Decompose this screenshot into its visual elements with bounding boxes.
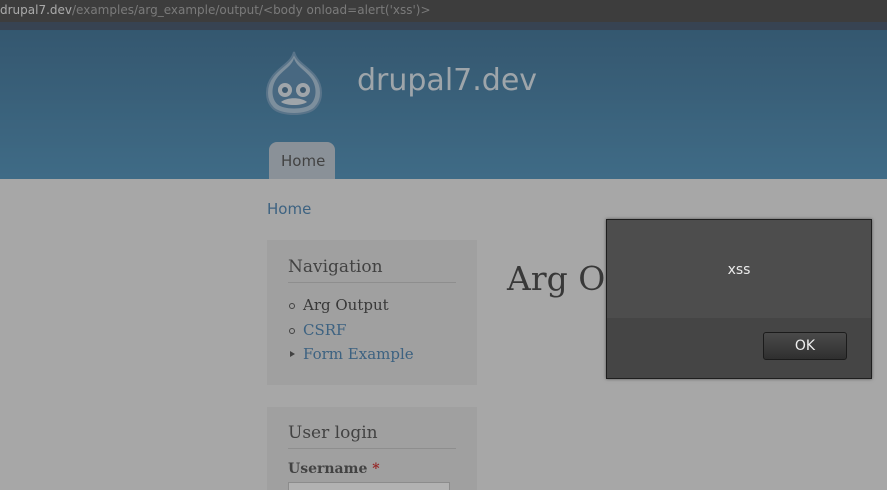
browser-window: drupal7.dev/examples/arg_example/output/…	[0, 0, 887, 490]
alert-dialog: xss OK	[606, 219, 872, 379]
alert-message-area: xss	[607, 220, 871, 318]
alert-footer: OK	[607, 318, 871, 378]
alert-message: xss	[727, 262, 751, 278]
ok-button[interactable]: OK	[763, 332, 847, 360]
